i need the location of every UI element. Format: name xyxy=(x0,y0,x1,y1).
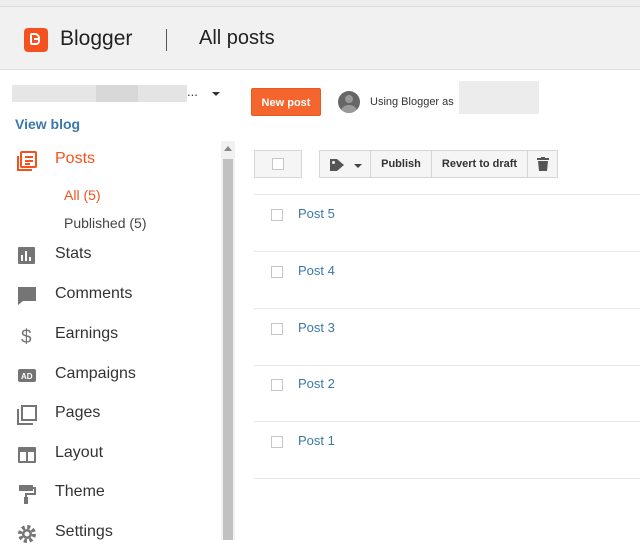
row-checkbox[interactable] xyxy=(271,379,283,391)
table-row: Post 1 xyxy=(254,422,640,479)
ad-icon: AD xyxy=(18,369,36,382)
chevron-down-icon xyxy=(354,164,362,168)
sidebar-item-theme[interactable]: Theme xyxy=(0,478,220,508)
layout-icon xyxy=(18,447,36,463)
row-checkbox[interactable] xyxy=(271,323,283,335)
checkbox-icon xyxy=(272,158,284,170)
post-title-link[interactable]: Post 2 xyxy=(298,376,335,391)
blog-selector[interactable]: ... xyxy=(12,84,220,104)
post-title-link[interactable]: Post 1 xyxy=(298,433,335,448)
blog-name-ellipsis: ... xyxy=(187,84,198,99)
sidebar-item-layout[interactable]: Layout xyxy=(0,439,220,469)
sidebar-item-label: Stats xyxy=(55,245,92,262)
sidebar-subitem-all[interactable]: All (5) xyxy=(64,187,101,203)
dollar-icon: $ xyxy=(21,327,32,346)
scroll-up-arrow-icon[interactable] xyxy=(224,146,232,151)
sidebar-item-label: Layout xyxy=(55,444,104,461)
stats-icon xyxy=(18,247,35,264)
sidebar-item-settings[interactable]: Settings xyxy=(0,518,220,548)
table-row: Post 3 xyxy=(254,309,640,366)
page-title: All posts xyxy=(199,27,275,49)
scrollbar-thumb[interactable] xyxy=(223,159,233,540)
posts-icon xyxy=(17,151,37,171)
sidebar-item-label: Campaigns xyxy=(55,365,136,382)
sidebar-item-stats[interactable]: Stats xyxy=(0,240,220,270)
comments-icon xyxy=(18,287,36,305)
blog-name-redacted xyxy=(12,85,187,102)
table-row: Post 4 xyxy=(254,252,640,309)
sidebar-item-earnings[interactable]: $ Earnings xyxy=(0,320,220,350)
table-row: Post 2 xyxy=(254,365,640,422)
sidebar-item-label: Pages xyxy=(55,404,101,421)
trash-icon xyxy=(537,157,549,171)
sidebar-item-label: Earnings xyxy=(55,325,119,342)
delete-button[interactable] xyxy=(527,150,558,178)
pages-icon xyxy=(17,405,37,425)
sidebar-item-campaigns[interactable]: AD Campaigns xyxy=(0,360,220,390)
sidebar-item-label: Posts xyxy=(55,150,96,167)
select-all-checkbox[interactable] xyxy=(254,150,302,178)
chevron-down-icon[interactable] xyxy=(212,92,220,96)
app-name: Blogger xyxy=(60,27,133,50)
sidebar-subitem-published[interactable]: Published (5) xyxy=(64,215,147,231)
post-title-link[interactable]: Post 4 xyxy=(298,263,335,278)
table-row: Post 5 xyxy=(254,195,640,252)
sidebar-item-label: Comments xyxy=(55,285,133,302)
header-divider xyxy=(166,29,167,51)
sidebar-item-label: Settings xyxy=(55,523,113,540)
svg-text:$: $ xyxy=(21,327,32,346)
post-title-link[interactable]: Post 5 xyxy=(298,206,335,221)
publish-button[interactable]: Publish xyxy=(370,150,432,178)
sidebar-scrollbar[interactable] xyxy=(221,141,235,540)
blogger-logo-icon[interactable] xyxy=(24,28,48,52)
revert-to-draft-button[interactable]: Revert to draft xyxy=(431,150,528,178)
sidebar-item-comments[interactable]: Comments xyxy=(0,280,220,310)
view-blog-link[interactable]: View blog xyxy=(15,116,80,132)
sidebar-item-label: Theme xyxy=(55,483,105,500)
label-dropdown-button[interactable] xyxy=(319,150,371,178)
post-title-link[interactable]: Post 3 xyxy=(298,320,335,335)
svg-text:AD: AD xyxy=(21,372,33,381)
row-checkbox[interactable] xyxy=(271,209,283,221)
paint-roller-icon xyxy=(19,485,36,504)
sidebar-item-pages[interactable]: Pages xyxy=(0,399,220,429)
sidebar-item-posts[interactable]: Posts xyxy=(0,145,220,175)
new-post-button[interactable]: New post xyxy=(251,88,321,116)
gear-icon xyxy=(18,525,36,543)
row-checkbox[interactable] xyxy=(271,266,283,278)
user-name-redacted xyxy=(459,81,539,114)
browser-top-edge xyxy=(0,0,640,7)
using-blogger-as-text: Using Blogger as xyxy=(370,96,454,108)
app-header: Blogger All posts xyxy=(0,7,640,70)
tag-icon xyxy=(330,159,344,171)
avatar[interactable] xyxy=(338,91,360,113)
row-checkbox[interactable] xyxy=(271,436,283,448)
